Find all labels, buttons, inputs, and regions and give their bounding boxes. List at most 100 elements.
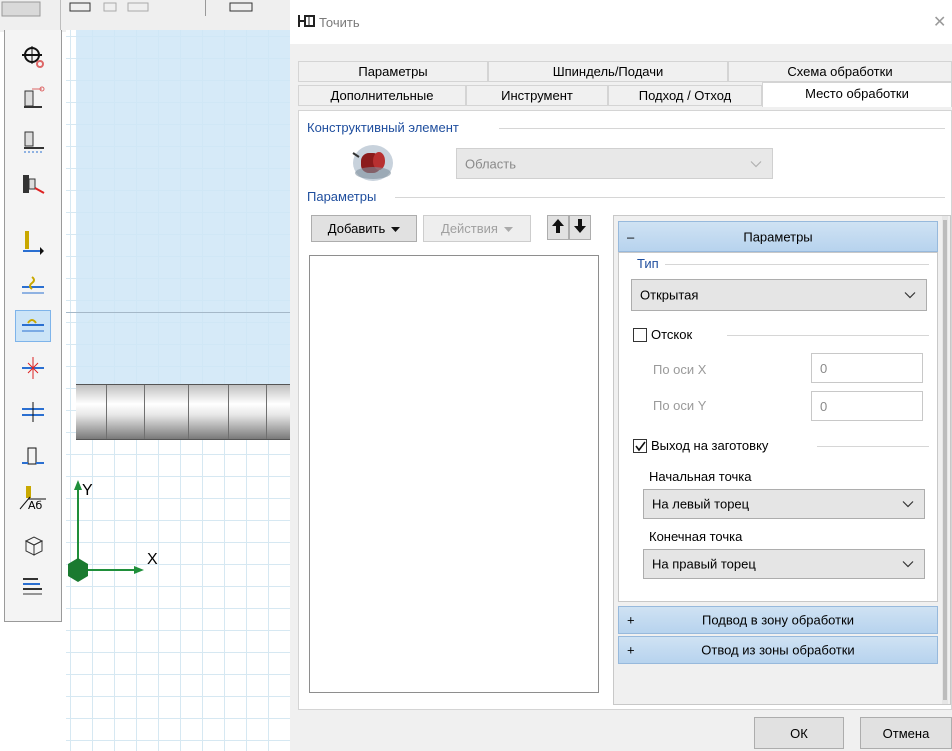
svg-text:Аб: Аб xyxy=(28,499,43,511)
shaft-segment-line xyxy=(188,385,189,439)
coordinate-axes xyxy=(68,480,144,582)
axis-y-label: Y xyxy=(82,482,93,499)
approach-section-title: Подвод в зону обработки xyxy=(701,612,855,628)
axis-line-icon[interactable] xyxy=(15,396,51,428)
offset-icon[interactable] xyxy=(15,226,51,258)
region-combo-value: Область xyxy=(465,156,517,171)
origin-icon[interactable] xyxy=(15,40,51,72)
actions-button[interactable]: Действия xyxy=(423,215,531,242)
cad-left-toolbar: Аб xyxy=(4,30,62,622)
structural-element-label: Конструктивный элемент xyxy=(307,120,463,135)
contour-icon[interactable] xyxy=(15,440,51,472)
tab-content-panel: Конструктивный элемент Область Параметры… xyxy=(298,110,952,710)
properties-panel: – Параметры Тип Открытая Отскок По оси X… xyxy=(613,215,951,705)
type-select-value: Открытая xyxy=(640,287,699,303)
workpiece-shaft[interactable] xyxy=(76,384,290,440)
chevron-down-icon xyxy=(902,497,914,512)
canvas-highlight-region xyxy=(76,30,290,390)
bounce-checkbox[interactable] xyxy=(633,328,647,342)
structural-element-icon[interactable] xyxy=(349,139,399,186)
properties-scrollbar[interactable] xyxy=(942,216,948,704)
canvas-guide-line xyxy=(66,312,290,313)
start-point-value: На левый торец xyxy=(652,496,750,512)
axis-x-field-label: По оси X xyxy=(653,362,707,377)
checkmark-icon xyxy=(635,441,646,452)
tab-machining-scheme[interactable]: Схема обработки xyxy=(728,61,952,82)
dropdown-arrow-icon xyxy=(503,221,513,236)
arrow-up-icon xyxy=(552,219,564,236)
group-divider xyxy=(817,446,929,447)
move-down-button[interactable] xyxy=(569,215,591,240)
cad-window: Y X Аб xyxy=(0,0,290,751)
bounce-label: Отскок xyxy=(651,327,697,342)
start-point-label: Начальная точка xyxy=(649,469,752,484)
end-point-value: На правый торец xyxy=(652,556,756,572)
chevron-down-icon xyxy=(902,557,914,572)
shaft-segment-line xyxy=(228,385,229,439)
tab-tool[interactable]: Инструмент xyxy=(466,85,608,106)
end-point-label: Конечная точка xyxy=(649,529,743,544)
axis-x-input[interactable]: 0 xyxy=(811,353,923,383)
pin-icon xyxy=(298,13,316,32)
shaft-segment-line xyxy=(144,385,145,439)
type-select[interactable]: Открытая xyxy=(631,279,927,311)
region-combo[interactable]: Область xyxy=(456,148,773,179)
axis-y-input-value: 0 xyxy=(820,398,828,414)
text-annotation-icon[interactable]: Аб xyxy=(15,482,51,514)
axis-y-input[interactable]: 0 xyxy=(811,391,923,421)
shaft-segment-line xyxy=(266,385,267,439)
tab-machining-location[interactable]: Место обработки xyxy=(762,82,952,107)
tab-parameters[interactable]: Параметры xyxy=(298,61,488,82)
dialog-title-bar[interactable]: Точить ✕ xyxy=(290,0,952,44)
shaft-segment-line xyxy=(106,385,107,439)
params-group-label: Параметры xyxy=(307,189,381,204)
add-button[interactable]: Добавить xyxy=(311,215,417,242)
adjust-icon[interactable] xyxy=(15,270,51,302)
axis-x-input-value: 0 xyxy=(820,360,828,376)
tab-approach-retract[interactable]: Подход / Отход xyxy=(608,85,762,106)
chevron-down-icon xyxy=(904,288,916,303)
facing-icon[interactable] xyxy=(15,310,51,342)
approach-section-header[interactable]: + Подвод в зону обработки xyxy=(618,606,938,634)
cad-top-toolbar xyxy=(0,0,290,32)
ok-button-label: ОК xyxy=(790,725,808,741)
cancel-button-label: Отмена xyxy=(882,725,930,741)
chevron-down-icon xyxy=(750,156,762,171)
tool-setup-icon[interactable] xyxy=(15,82,51,114)
actions-button-label: Действия xyxy=(441,221,498,236)
cancel-button[interactable]: Отмена xyxy=(860,717,952,749)
exit-to-blank-label: Выход на заготовку xyxy=(651,438,773,453)
dialog-title: Точить xyxy=(319,15,360,30)
layers-icon[interactable] xyxy=(15,570,51,602)
snap-point-icon[interactable] xyxy=(15,352,51,384)
group-divider xyxy=(665,264,929,265)
move-up-button[interactable] xyxy=(547,215,569,240)
params-section-body: Тип Открытая Отскок По оси X 0 По оси Y … xyxy=(618,252,938,602)
close-icon[interactable]: ✕ xyxy=(933,12,946,32)
retract-section-title: Отвод из зоны обработки xyxy=(701,642,855,658)
exit-to-blank-checkbox[interactable] xyxy=(633,439,647,453)
turning-tool-icon[interactable] xyxy=(15,168,51,200)
axis-y-field-label: По оси Y xyxy=(653,398,707,413)
ok-button[interactable]: ОК xyxy=(754,717,844,749)
group-divider xyxy=(395,197,945,198)
arrow-down-icon xyxy=(574,219,586,236)
params-section-header[interactable]: – Параметры xyxy=(618,221,938,252)
3d-view-icon[interactable] xyxy=(15,530,51,562)
params-section-title: Параметры xyxy=(743,229,813,244)
turning-dialog: Точить ✕ Параметры Шпиндель/Подачи Схема… xyxy=(290,0,952,751)
group-divider xyxy=(727,335,929,336)
tool-holder-icon[interactable] xyxy=(15,125,51,157)
elements-list[interactable] xyxy=(309,255,599,693)
end-point-select[interactable]: На правый торец xyxy=(643,549,925,579)
retract-section-header[interactable]: + Отвод из зоны обработки xyxy=(618,636,938,664)
type-label: Тип xyxy=(637,256,663,271)
start-point-select[interactable]: На левый торец xyxy=(643,489,925,519)
top-toolbar-icons xyxy=(1,0,253,30)
tab-spindle-feeds[interactable]: Шпиндель/Подачи xyxy=(488,61,728,82)
axis-x-label: X xyxy=(147,551,158,568)
add-button-label: Добавить xyxy=(327,221,386,236)
dropdown-arrow-icon xyxy=(391,221,401,236)
tab-additional[interactable]: Дополнительные xyxy=(298,85,466,106)
group-divider xyxy=(499,128,945,129)
